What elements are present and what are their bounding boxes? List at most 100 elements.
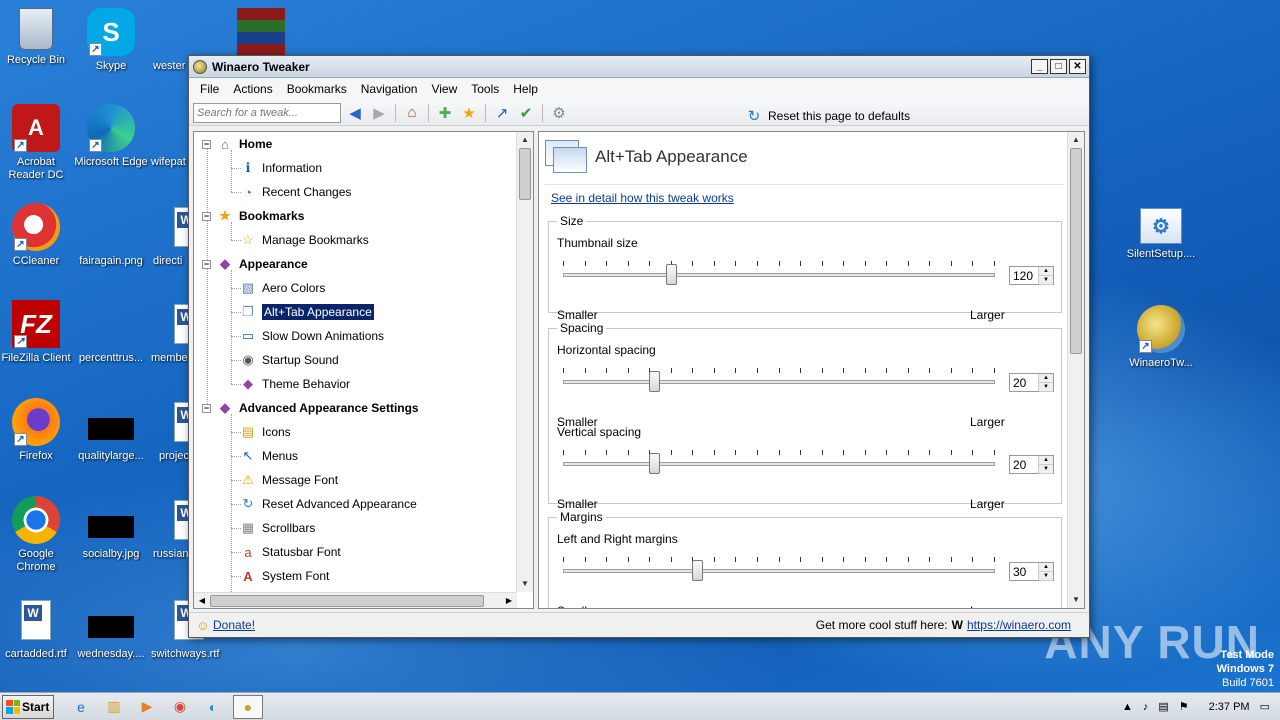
vertical-spacing-spinner[interactable]: ▲▼: [1009, 455, 1054, 474]
reset-page-button[interactable]: ↻ Reset this page to defaults: [744, 106, 910, 126]
menu-view[interactable]: View: [424, 82, 464, 96]
horizontal-spacing-field[interactable]: [1010, 374, 1038, 391]
chrome-taskbar-icon[interactable]: ◉: [167, 695, 193, 719]
tree-item-reset-advanced[interactable]: ↻ Reset Advanced Appearance: [240, 492, 417, 516]
horizontal-spacing-track[interactable]: [563, 380, 995, 384]
horizontal-spacing-slider[interactable]: [649, 371, 660, 392]
forward-icon[interactable]: ▶: [369, 103, 389, 123]
tree-vertical-scrollbar[interactable]: ▲ ▼: [516, 132, 533, 592]
scroll-down-icon[interactable]: ▼: [517, 576, 533, 592]
file-explorer-icon[interactable]: ▥: [101, 695, 127, 719]
desktop-icon-winaerotweaker[interactable]: ↗ WinaeroTw...: [1119, 305, 1203, 370]
menu-bookmarks[interactable]: Bookmarks: [280, 82, 354, 96]
lr-margins-field[interactable]: [1010, 563, 1038, 580]
internet-explorer-icon[interactable]: e: [68, 695, 94, 719]
thumbnail-size-field[interactable]: [1010, 267, 1038, 284]
desktop-icon-percenttrus[interactable]: percenttrus...: [69, 300, 153, 365]
tree-item-advanced-appearance[interactable]: − ◆ Advanced Appearance Settings: [202, 396, 419, 420]
scroll-thumb[interactable]: [1070, 148, 1082, 354]
tweak-details-link[interactable]: See in detail how this tweak works: [551, 191, 734, 205]
apply-check-icon[interactable]: ✔: [516, 103, 536, 123]
menu-actions[interactable]: Actions: [226, 82, 279, 96]
tree-item-recent-changes[interactable]: ◔ Recent Changes: [240, 180, 351, 204]
title-bar[interactable]: Winaero Tweaker _ □ ✕: [189, 56, 1089, 78]
tree-item-information[interactable]: ℹ Information: [240, 156, 323, 180]
spin-down-icon[interactable]: ▼: [1039, 572, 1053, 581]
scroll-right-icon[interactable]: ▶: [501, 593, 517, 609]
lr-margins-track[interactable]: [563, 569, 995, 573]
scroll-left-icon[interactable]: ◀: [194, 593, 210, 609]
desktop-icon-skype[interactable]: S ↗ Skype: [69, 8, 153, 73]
home-icon[interactable]: ⌂: [402, 103, 422, 123]
tree-item-appearance[interactable]: − ◆ Appearance: [202, 252, 308, 276]
collapse-icon[interactable]: −: [202, 139, 211, 149]
tree-horizontal-scrollbar[interactable]: ◀ ▶: [194, 592, 517, 608]
close-button[interactable]: ✕: [1069, 59, 1086, 74]
collapse-icon[interactable]: −: [202, 403, 211, 413]
menu-help[interactable]: Help: [506, 82, 545, 96]
winaero-taskbar-icon[interactable]: ●: [233, 694, 263, 719]
search-input[interactable]: [193, 102, 341, 123]
scroll-up-icon[interactable]: ▲: [517, 132, 533, 148]
tree-item-menus[interactable]: ↖ Menus: [240, 444, 298, 468]
shortcut-icon[interactable]: ↗: [492, 103, 512, 123]
content-vertical-scrollbar[interactable]: ▲ ▼: [1067, 132, 1084, 608]
thumbnail-size-spinner[interactable]: ▲▼: [1009, 266, 1054, 285]
spin-down-icon[interactable]: ▼: [1039, 383, 1053, 392]
desktop-icon-socialby[interactable]: socialby.jpg: [69, 496, 153, 561]
donate-link[interactable]: Donate!: [213, 618, 255, 632]
tree-item-system-font[interactable]: A System Font: [240, 564, 329, 588]
tree-item-alt-tab-appearance[interactable]: ❐ Alt+Tab Appearance: [240, 300, 374, 324]
network-icon[interactable]: ▤: [1158, 700, 1168, 713]
desktop-icon-firefox[interactable]: ↗ Firefox: [0, 398, 78, 463]
tree-item-slow-down-animations[interactable]: ▭ Slow Down Animations: [240, 324, 384, 348]
tree-item-bookmarks[interactable]: − ★ Bookmarks: [202, 204, 304, 228]
spin-up-icon[interactable]: ▲: [1039, 563, 1053, 572]
vertical-spacing-slider[interactable]: [649, 453, 660, 474]
volume-icon[interactable]: ♪: [1143, 701, 1149, 713]
desktop-icon-silentsetup[interactable]: ⚙ SilentSetup....: [1119, 208, 1203, 261]
media-player-icon[interactable]: ▶: [134, 695, 160, 719]
menu-file[interactable]: File: [193, 82, 226, 96]
horizontal-spacing-spinner[interactable]: ▲▼: [1009, 373, 1054, 392]
desktop-icon-ccleaner[interactable]: ↗ CCleaner: [0, 203, 78, 268]
desktop-icon-chrome[interactable]: Google Chrome: [0, 496, 78, 574]
tree-item-aero-colors[interactable]: ▧ Aero Colors: [240, 276, 326, 300]
tray-expand-icon[interactable]: ▲: [1122, 701, 1133, 713]
maximize-button[interactable]: □: [1050, 59, 1067, 74]
scroll-thumb[interactable]: [519, 148, 531, 200]
spin-down-icon[interactable]: ▼: [1039, 465, 1053, 474]
thumbnail-size-slider[interactable]: [666, 264, 677, 285]
collapse-icon[interactable]: −: [202, 211, 211, 221]
settings-gear-icon[interactable]: ⚙: [549, 103, 569, 123]
scroll-up-icon[interactable]: ▲: [1068, 132, 1084, 148]
scroll-thumb[interactable]: [210, 595, 484, 607]
start-button[interactable]: Start: [2, 694, 54, 719]
thumbnail-size-track[interactable]: [563, 273, 995, 277]
menu-tools[interactable]: Tools: [464, 82, 506, 96]
tree-item-theme-behavior[interactable]: ◆ Theme Behavior: [240, 372, 350, 396]
tree-item-startup-sound[interactable]: ◉ Startup Sound: [240, 348, 338, 372]
tree-item-statusbar-font[interactable]: a Statusbar Font: [240, 540, 340, 564]
tree-item-home[interactable]: − ⌂ Home: [202, 132, 272, 156]
tree-item-message-font[interactable]: ⚠ Message Font: [240, 468, 338, 492]
winaero-website-link[interactable]: https://winaero.com: [967, 618, 1071, 632]
action-center-flag-icon[interactable]: ⚑: [1179, 700, 1189, 713]
menu-navigation[interactable]: Navigation: [354, 82, 425, 96]
lr-margins-slider[interactable]: [692, 560, 703, 581]
tree-item-scrollbars[interactable]: ▦ Scrollbars: [240, 516, 316, 540]
scroll-down-icon[interactable]: ▼: [1068, 592, 1084, 608]
bookmarks-star-icon[interactable]: ★: [459, 103, 479, 123]
collapse-icon[interactable]: −: [202, 259, 211, 269]
spin-up-icon[interactable]: ▲: [1039, 267, 1053, 276]
add-bookmark-icon[interactable]: ✚: [435, 103, 455, 123]
desktop-icon-cartadded[interactable]: cartadded.rtf: [0, 596, 78, 661]
desktop-icon-recycle-bin[interactable]: Recycle Bin: [0, 8, 78, 67]
spin-up-icon[interactable]: ▲: [1039, 374, 1053, 383]
spin-down-icon[interactable]: ▼: [1039, 276, 1053, 285]
desktop-icon-edge[interactable]: ↗ Microsoft Edge: [69, 104, 153, 169]
lr-margins-spinner[interactable]: ▲▼: [1009, 562, 1054, 581]
desktop-icon-qualitylarge[interactable]: qualitylarge...: [69, 398, 153, 463]
desktop-icon-fairagain[interactable]: fairagain.png: [69, 203, 153, 268]
desktop-icon-acrobat[interactable]: A ↗ Acrobat Reader DC: [0, 104, 78, 182]
